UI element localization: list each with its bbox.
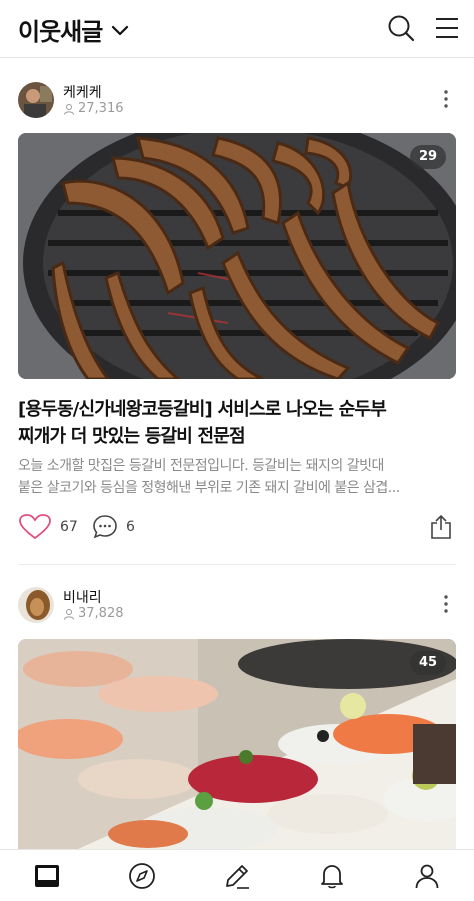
follower-count: 37,828 (63, 606, 124, 621)
image-count-badge: 29 (410, 145, 446, 169)
avatar[interactable] (18, 587, 54, 623)
hamburger-menu-icon[interactable] (433, 14, 461, 42)
ribs-photo (18, 133, 456, 379)
follower-count-value: 27,316 (78, 101, 124, 116)
profile-icon[interactable] (413, 862, 441, 890)
home-feed-icon[interactable] (33, 862, 61, 890)
bottom-tab-bar (0, 849, 474, 901)
post-title-line: 찌개가 더 맛있는 등갈비 전문점 (18, 426, 246, 447)
heart-icon (19, 514, 51, 540)
feed-selector[interactable]: 이웃새글 (18, 12, 129, 47)
like-count: 67 (60, 519, 78, 535)
post-summary-line: 오늘 소개할 맛집은 등갈비 전문점입니다. 등갈비는 돼지의 갈빗대 (18, 458, 384, 474)
comment-count: 6 (126, 519, 135, 535)
share-icon[interactable] (430, 514, 452, 540)
post-title[interactable]: [용두동/신가네왕코등갈비] 서비스로 나오는 순두부 찌개가 더 맛있는 등갈… (18, 396, 460, 450)
chevron-down-icon (112, 25, 129, 35)
top-header: 이웃새글 (0, 0, 474, 58)
image-count-badge: 45 (410, 651, 446, 675)
search-icon[interactable] (387, 14, 415, 42)
post-summary[interactable]: 오늘 소개할 맛집은 등갈비 전문점입니다. 등갈비는 돼지의 갈빗대 붙은 살… (18, 455, 458, 499)
author-name[interactable]: 비내리 (63, 587, 102, 607)
sushi-photo (18, 639, 456, 849)
more-options-icon[interactable] (440, 593, 452, 615)
post-thumbnail[interactable]: 45 (18, 639, 456, 849)
comment-button[interactable]: 6 (92, 514, 135, 540)
page-title: 이웃새글 (18, 18, 103, 46)
comment-icon (93, 515, 117, 539)
follower-count-value: 37,828 (78, 606, 124, 621)
post-summary-line: 붙은 살코기와 등심을 정형해낸 부위로 기존 돼지 갈비에 붙은 삼겹... (18, 480, 400, 496)
post-actions: 67 6 (18, 514, 456, 542)
person-icon (64, 608, 74, 620)
post-thumbnail[interactable]: 29 (18, 133, 456, 379)
post-divider (18, 564, 456, 565)
compass-icon[interactable] (128, 862, 156, 890)
person-icon (64, 103, 74, 115)
post-author[interactable]: 케케케 27,316 (18, 82, 456, 122)
post-author[interactable]: 비내리 37,828 (18, 587, 456, 627)
pencil-icon[interactable] (223, 862, 251, 890)
author-name[interactable]: 케케케 (63, 82, 102, 102)
like-button[interactable]: 67 (18, 514, 78, 540)
more-options-icon[interactable] (440, 88, 452, 110)
bell-icon[interactable] (318, 862, 346, 890)
avatar[interactable] (18, 82, 54, 118)
follower-count: 27,316 (63, 101, 124, 116)
post-title-line: [용두동/신가네왕코등갈비] 서비스로 나오는 순두부 (18, 399, 387, 420)
